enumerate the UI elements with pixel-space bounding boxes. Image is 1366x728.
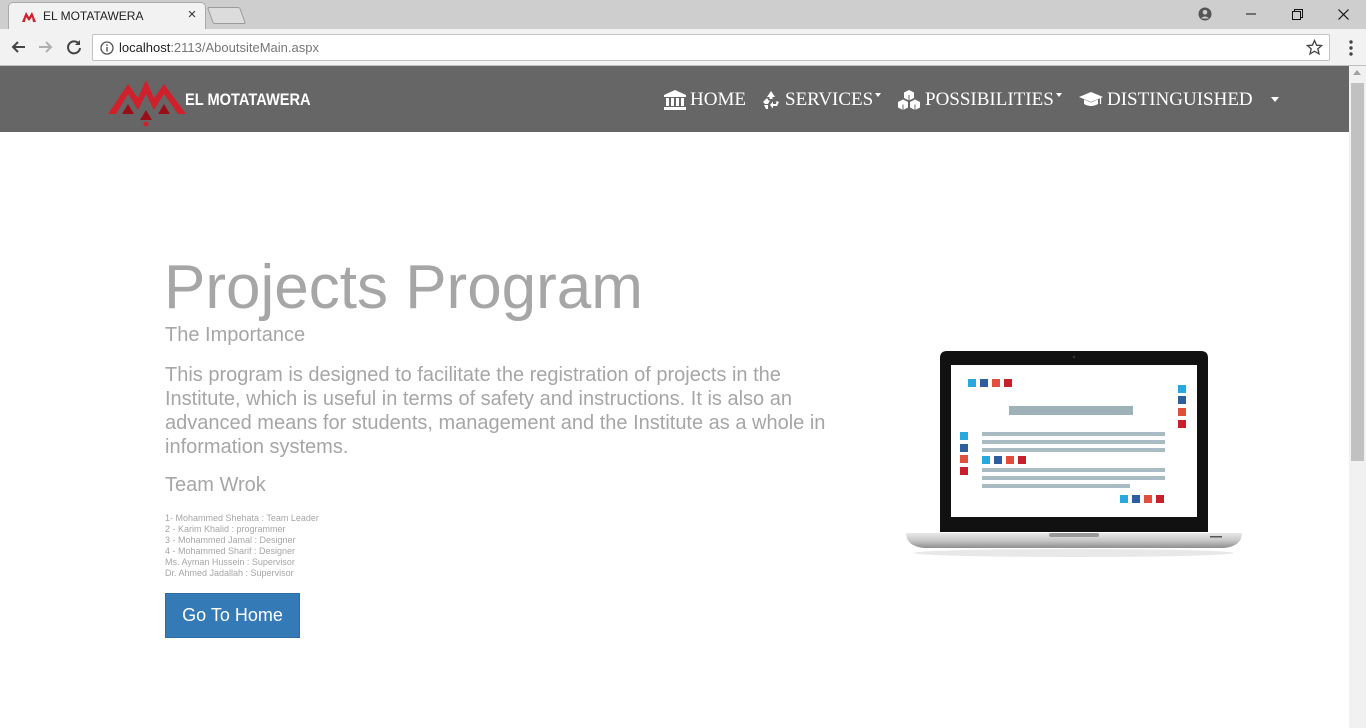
nav-possibilities[interactable]: POSSIBILITIES <box>897 89 1062 111</box>
minimize-icon[interactable] <box>1228 0 1274 28</box>
graduation-cap-icon <box>1079 92 1103 106</box>
browser-toolbar: localhost:2113/AboutsiteMain.aspx <box>0 29 1366 66</box>
tab-close-icon[interactable]: × <box>185 7 199 23</box>
bookmark-star-icon[interactable] <box>1306 39 1323 56</box>
bank-icon <box>664 90 686 110</box>
site-navbar: EL MOTATAWERA HOME SERVICES POSSIBILITIE… <box>0 66 1349 132</box>
brand-logo-icon[interactable] <box>108 72 186 128</box>
close-window-icon[interactable] <box>1320 0 1366 28</box>
new-tab-button[interactable] <box>206 7 247 24</box>
url-host: localhost <box>119 40 171 55</box>
page-scrollbar[interactable] <box>1349 66 1366 728</box>
team-heading: Team Wrok <box>165 474 266 496</box>
nav-home[interactable]: HOME <box>664 89 746 111</box>
team-member: 1- Mohammed Shehata : Team Leader <box>165 513 319 523</box>
cubes-icon <box>898 90 920 110</box>
site-favicon-icon <box>22 12 36 22</box>
team-member: Dr. Ahmed Jadallah : Supervisor <box>165 568 294 578</box>
tab-title: EL MOTATAWERA <box>43 9 144 23</box>
team-member: Ms. Ayman Hussein : Supervisor <box>165 557 295 567</box>
nav-services-label: SERVICES <box>785 89 874 110</box>
browser-tab-bar: EL MOTATAWERA × <box>0 0 1366 29</box>
forward-arrow-icon[interactable] <box>36 37 56 57</box>
laptop-illustration <box>906 351 1242 557</box>
go-to-home-button[interactable]: Go To Home <box>165 593 300 638</box>
reload-icon[interactable] <box>64 37 84 57</box>
team-member: 3 - Mohammed Jamal : Designer <box>165 535 296 545</box>
nav-home-label: HOME <box>690 89 746 110</box>
scroll-up-arrow-icon[interactable] <box>1353 70 1361 75</box>
dropdown-toggle-icon[interactable] <box>1271 97 1279 102</box>
scroll-thumb[interactable] <box>1351 83 1364 461</box>
team-list: 1- Mohammed Shehata : Team Leader 2 - Ka… <box>165 513 319 579</box>
restore-icon[interactable] <box>1274 0 1320 28</box>
back-arrow-icon[interactable] <box>8 37 28 57</box>
url-path: :2113/AboutsiteMain.aspx <box>170 40 319 55</box>
section-subtitle: The Importance <box>165 324 306 346</box>
nav-services[interactable]: SERVICES <box>761 89 882 111</box>
chevron-down-icon <box>875 93 882 97</box>
info-icon[interactable] <box>100 41 114 55</box>
recycle-icon <box>763 91 779 109</box>
nav-possibilities-label: POSSIBILITIES <box>925 89 1054 110</box>
chevron-down-icon <box>1055 93 1062 97</box>
profile-icon[interactable] <box>1182 0 1228 28</box>
address-bar[interactable]: localhost:2113/AboutsiteMain.aspx <box>92 34 1330 61</box>
brand-name[interactable]: EL MOTATAWERA <box>185 90 311 110</box>
team-member: 2 - Karim Khalid : programmer <box>165 524 286 534</box>
page-title: Projects Program <box>164 253 643 322</box>
url-text: localhost:2113/AboutsiteMain.aspx <box>119 40 319 55</box>
team-member: 4 - Mohammed Sharif : Designer <box>165 546 296 556</box>
browser-tab[interactable]: EL MOTATAWERA × <box>8 2 206 29</box>
program-description: This program is designed to facilitate t… <box>165 364 826 458</box>
nav-distinguished-label: DISTINGUISHED <box>1107 89 1253 110</box>
browser-menu-icon[interactable] <box>1344 38 1358 58</box>
nav-distinguished[interactable]: DISTINGUISHED <box>1079 89 1253 111</box>
